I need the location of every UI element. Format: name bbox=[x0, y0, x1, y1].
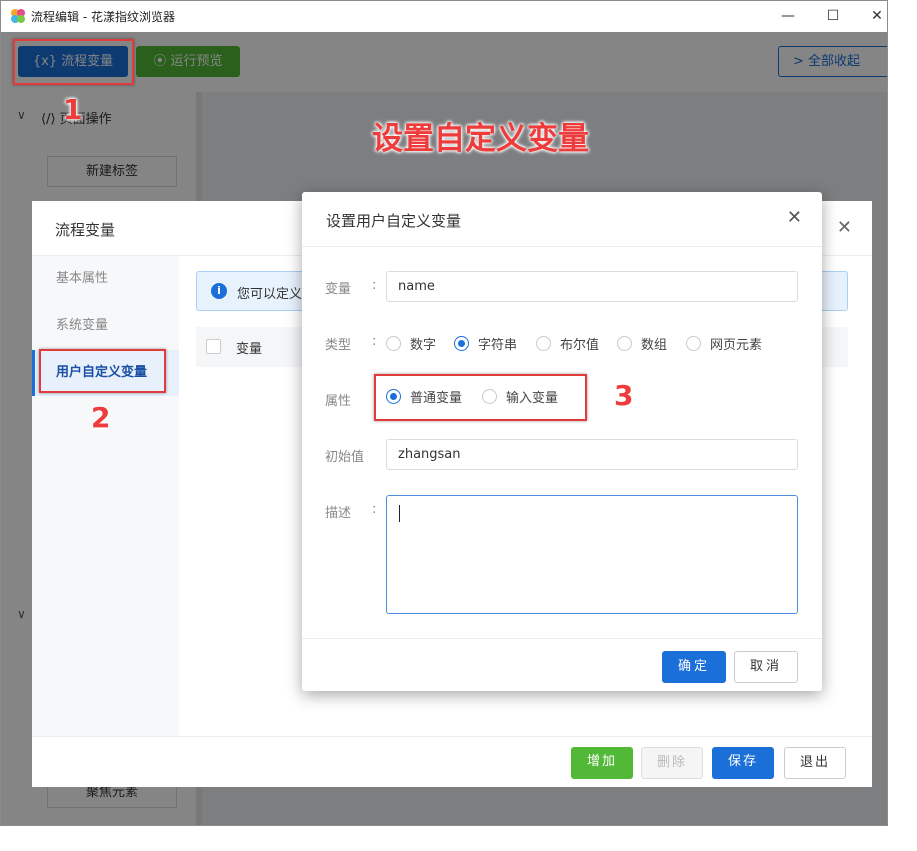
select-all-checkbox[interactable] bbox=[206, 339, 221, 354]
window-title: 流程编辑 - 花漾指纹浏览器 bbox=[31, 10, 175, 24]
close-icon[interactable]: ✕ bbox=[837, 217, 852, 238]
dialog-footer: 确定 取消 bbox=[302, 638, 822, 691]
user-variable-dialog-header: 设置用户自定义变量 ✕ bbox=[302, 192, 822, 247]
cancel-button[interactable]: 取消 bbox=[734, 651, 798, 683]
type-radio-number[interactable]: 数字 bbox=[386, 334, 436, 353]
colon: : bbox=[372, 502, 377, 517]
radio-label: 布尔值 bbox=[560, 338, 600, 353]
annotation-number-2: 2 bbox=[91, 401, 111, 434]
radio-checked-icon bbox=[454, 336, 469, 351]
type-radio-web-element[interactable]: 网页元素 bbox=[686, 334, 762, 353]
annotation-title: 设置自定义变量 bbox=[372, 121, 589, 157]
radio-icon bbox=[536, 336, 551, 351]
save-button[interactable]: 保存 bbox=[712, 747, 774, 779]
confirm-button[interactable]: 确定 bbox=[662, 651, 726, 683]
annotation-number-3: 3 bbox=[614, 379, 634, 412]
type-radio-string[interactable]: 字符串 bbox=[454, 334, 517, 353]
exit-button[interactable]: 退出 bbox=[784, 747, 846, 779]
annotation-box-2 bbox=[39, 349, 166, 393]
description-textarea[interactable] bbox=[386, 495, 798, 614]
radio-icon bbox=[386, 336, 401, 351]
column-variable: 变量 bbox=[236, 342, 263, 357]
description-label: 描述 bbox=[325, 506, 352, 521]
radio-label: 数组 bbox=[641, 338, 668, 353]
type-radio-boolean[interactable]: 布尔值 bbox=[536, 334, 599, 353]
attribute-label: 属性 bbox=[325, 394, 352, 409]
colon: : bbox=[372, 334, 377, 349]
radio-label: 字符串 bbox=[478, 338, 518, 353]
initial-value-label: 初始值 bbox=[325, 450, 365, 465]
variable-label: 变量 bbox=[325, 282, 352, 297]
minimize-button[interactable]: — bbox=[774, 5, 802, 27]
annotation-box-3 bbox=[374, 374, 587, 421]
nav-basic-props[interactable]: 基本属性 bbox=[32, 256, 179, 302]
app-logo-icon bbox=[11, 9, 25, 23]
nav-system-vars[interactable]: 系统变量 bbox=[32, 303, 179, 349]
type-label: 类型 bbox=[325, 338, 352, 353]
delete-button[interactable]: 删除 bbox=[641, 747, 703, 779]
flow-variable-nav: 基本属性 系统变量 用户自定义变量 bbox=[32, 256, 179, 736]
user-variable-dialog: 设置用户自定义变量 ✕ 变量 : name 类型 : 数字 字符串 布尔值 数组… bbox=[302, 192, 822, 691]
title-bar: 流程编辑 - 花漾指纹浏览器 — ☐ ✕ bbox=[1, 1, 887, 32]
annotation-number-1: 1 bbox=[63, 93, 83, 126]
close-icon[interactable]: ✕ bbox=[787, 207, 802, 228]
maximize-button[interactable]: ☐ bbox=[819, 5, 847, 27]
annotation-box-1 bbox=[13, 39, 134, 85]
radio-label: 数字 bbox=[410, 338, 437, 353]
type-radio-array[interactable]: 数组 bbox=[617, 334, 667, 353]
radio-label: 网页元素 bbox=[710, 338, 763, 353]
dialog-title: 设置用户自定义变量 bbox=[326, 212, 462, 230]
text-caret bbox=[399, 505, 400, 522]
radio-icon bbox=[686, 336, 701, 351]
info-icon: i bbox=[211, 283, 227, 299]
radio-icon bbox=[617, 336, 632, 351]
flow-variable-dialog-footer: 增加 删除 保存 退出 bbox=[32, 736, 872, 787]
add-button[interactable]: 增加 bbox=[571, 747, 633, 779]
window-close-button[interactable]: ✕ bbox=[863, 5, 887, 27]
initial-value-input[interactable]: zhangsan bbox=[386, 439, 798, 470]
variable-name-input[interactable]: name bbox=[386, 271, 798, 302]
colon: : bbox=[372, 278, 377, 293]
info-text: 您可以定义 bbox=[237, 287, 303, 302]
flow-variable-dialog-title: 流程变量 bbox=[55, 221, 116, 239]
app-window: 流程编辑 - 花漾指纹浏览器 — ☐ ✕ {x} 流程变量 ⦿ 运行预览 > 全… bbox=[0, 0, 888, 826]
